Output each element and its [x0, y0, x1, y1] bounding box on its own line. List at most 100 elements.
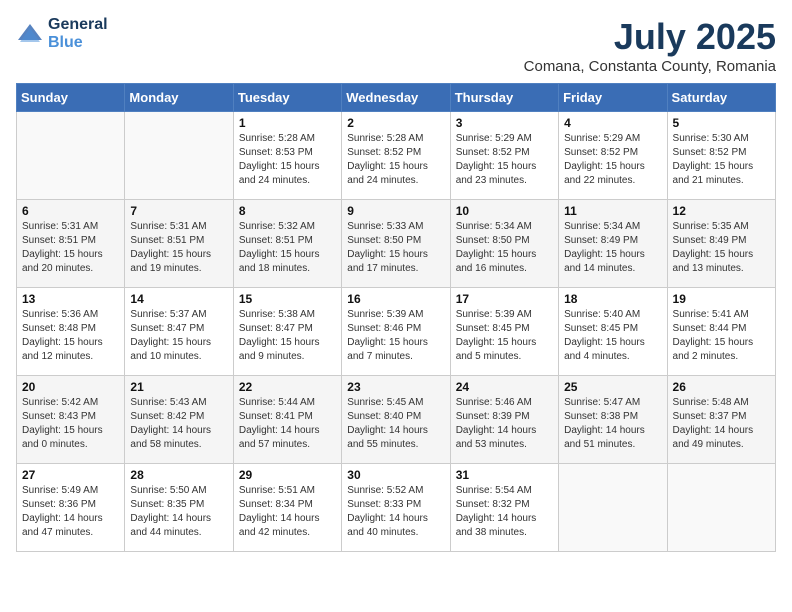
logo-icon	[16, 20, 44, 48]
cell-info: Sunrise: 5:34 AM Sunset: 8:49 PM Dayligh…	[564, 220, 661, 276]
day-number: 4	[564, 116, 661, 130]
cell-info: Sunrise: 5:31 AM Sunset: 8:51 PM Dayligh…	[22, 220, 119, 276]
calendar-cell: 16 Sunrise: 5:39 AM Sunset: 8:46 PM Dayli…	[342, 288, 450, 376]
day-number: 20	[22, 380, 119, 394]
calendar-cell: 9Sunrise: 5:33 AM Sunset: 8:50 PM Daylig…	[342, 200, 450, 288]
calendar-cell: 14 Sunrise: 5:37 AM Sunset: 8:47 PM Dayli…	[125, 288, 233, 376]
calendar-cell: 26 Sunrise: 5:48 AM Sunset: 8:37 PM Dayli…	[667, 376, 775, 464]
day-number: 12	[673, 204, 770, 218]
day-number: 16	[347, 292, 444, 306]
cell-info: Sunrise: 5:46 AM Sunset: 8:39 PM Dayligh…	[456, 396, 553, 452]
col-header-monday: Monday	[125, 84, 233, 112]
week-row-3: 13 Sunrise: 5:36 AM Sunset: 8:48 PM Dayli…	[17, 288, 776, 376]
day-number: 7	[130, 204, 227, 218]
calendar-cell: 23 Sunrise: 5:45 AM Sunset: 8:40 PM Dayli…	[342, 376, 450, 464]
calendar-cell	[17, 112, 125, 200]
day-number: 13	[22, 292, 119, 306]
week-row-5: 27 Sunrise: 5:49 AM Sunset: 8:36 PM Dayli…	[17, 464, 776, 552]
day-number: 28	[130, 468, 227, 482]
cell-info: Sunrise: 5:49 AM Sunset: 8:36 PM Dayligh…	[22, 484, 119, 540]
cell-info: Sunrise: 5:52 AM Sunset: 8:33 PM Dayligh…	[347, 484, 444, 540]
day-number: 29	[239, 468, 336, 482]
cell-info: Sunrise: 5:28 AM Sunset: 8:52 PM Dayligh…	[347, 132, 444, 188]
calendar-cell	[559, 464, 667, 552]
day-number: 14	[130, 292, 227, 306]
day-number: 27	[22, 468, 119, 482]
logo: General Blue	[16, 16, 108, 52]
calendar-cell	[125, 112, 233, 200]
calendar-cell: 2 Sunrise: 5:28 AM Sunset: 8:52 PM Daylig…	[342, 112, 450, 200]
calendar-cell: 21 Sunrise: 5:43 AM Sunset: 8:42 PM Dayli…	[125, 376, 233, 464]
calendar-cell: 27 Sunrise: 5:49 AM Sunset: 8:36 PM Dayli…	[17, 464, 125, 552]
day-number: 3	[456, 116, 553, 130]
month-title: July 2025	[524, 16, 776, 58]
cell-info: Sunrise: 5:45 AM Sunset: 8:40 PM Dayligh…	[347, 396, 444, 452]
cell-info: Sunrise: 5:35 AM Sunset: 8:49 PM Dayligh…	[673, 220, 770, 276]
cell-info: Sunrise: 5:37 AM Sunset: 8:47 PM Dayligh…	[130, 308, 227, 364]
cell-info: Sunrise: 5:48 AM Sunset: 8:37 PM Dayligh…	[673, 396, 770, 452]
cell-info: Sunrise: 5:47 AM Sunset: 8:38 PM Dayligh…	[564, 396, 661, 452]
calendar-cell: 19Sunrise: 5:41 AM Sunset: 8:44 PM Dayli…	[667, 288, 775, 376]
day-number: 17	[456, 292, 553, 306]
cell-info: Sunrise: 5:42 AM Sunset: 8:43 PM Dayligh…	[22, 396, 119, 452]
day-number: 2	[347, 116, 444, 130]
day-number: 25	[564, 380, 661, 394]
week-row-4: 20 Sunrise: 5:42 AM Sunset: 8:43 PM Dayli…	[17, 376, 776, 464]
day-number: 10	[456, 204, 553, 218]
calendar-table: SundayMondayTuesdayWednesdayThursdayFrid…	[16, 83, 776, 552]
day-number: 1	[239, 116, 336, 130]
cell-info: Sunrise: 5:30 AM Sunset: 8:52 PM Dayligh…	[673, 132, 770, 188]
col-header-thursday: Thursday	[450, 84, 558, 112]
cell-info: Sunrise: 5:31 AM Sunset: 8:51 PM Dayligh…	[130, 220, 227, 276]
cell-info: Sunrise: 5:33 AM Sunset: 8:50 PM Dayligh…	[347, 220, 444, 276]
calendar-cell: 31Sunrise: 5:54 AM Sunset: 8:32 PM Dayli…	[450, 464, 558, 552]
calendar-cell	[667, 464, 775, 552]
calendar-cell: 30Sunrise: 5:52 AM Sunset: 8:33 PM Dayli…	[342, 464, 450, 552]
calendar-cell: 20 Sunrise: 5:42 AM Sunset: 8:43 PM Dayli…	[17, 376, 125, 464]
cell-info: Sunrise: 5:28 AM Sunset: 8:53 PM Dayligh…	[239, 132, 336, 188]
cell-info: Sunrise: 5:50 AM Sunset: 8:35 PM Dayligh…	[130, 484, 227, 540]
cell-info: Sunrise: 5:36 AM Sunset: 8:48 PM Dayligh…	[22, 308, 119, 364]
day-number: 24	[456, 380, 553, 394]
calendar-cell: 24 Sunrise: 5:46 AM Sunset: 8:39 PM Dayli…	[450, 376, 558, 464]
calendar-cell: 12 Sunrise: 5:35 AM Sunset: 8:49 PM Dayli…	[667, 200, 775, 288]
cell-info: Sunrise: 5:39 AM Sunset: 8:46 PM Dayligh…	[347, 308, 444, 364]
calendar-cell: 15 Sunrise: 5:38 AM Sunset: 8:47 PM Dayli…	[233, 288, 341, 376]
cell-info: Sunrise: 5:41 AM Sunset: 8:44 PM Dayligh…	[673, 308, 770, 364]
cell-info: Sunrise: 5:43 AM Sunset: 8:42 PM Dayligh…	[130, 396, 227, 452]
week-row-1: 1 Sunrise: 5:28 AM Sunset: 8:53 PM Daylig…	[17, 112, 776, 200]
calendar-cell: 5 Sunrise: 5:30 AM Sunset: 8:52 PM Daylig…	[667, 112, 775, 200]
cell-info: Sunrise: 5:29 AM Sunset: 8:52 PM Dayligh…	[456, 132, 553, 188]
cell-info: Sunrise: 5:44 AM Sunset: 8:41 PM Dayligh…	[239, 396, 336, 452]
calendar-cell: 25 Sunrise: 5:47 AM Sunset: 8:38 PM Dayli…	[559, 376, 667, 464]
cell-info: Sunrise: 5:34 AM Sunset: 8:50 PM Dayligh…	[456, 220, 553, 276]
cell-info: Sunrise: 5:40 AM Sunset: 8:45 PM Dayligh…	[564, 308, 661, 364]
calendar-cell: 3 Sunrise: 5:29 AM Sunset: 8:52 PM Daylig…	[450, 112, 558, 200]
day-number: 21	[130, 380, 227, 394]
calendar-cell: 22Sunrise: 5:44 AM Sunset: 8:41 PM Dayli…	[233, 376, 341, 464]
day-number: 23	[347, 380, 444, 394]
cell-info: Sunrise: 5:38 AM Sunset: 8:47 PM Dayligh…	[239, 308, 336, 364]
col-header-wednesday: Wednesday	[342, 84, 450, 112]
calendar-cell: 29Sunrise: 5:51 AM Sunset: 8:34 PM Dayli…	[233, 464, 341, 552]
col-header-sunday: Sunday	[17, 84, 125, 112]
day-number: 18	[564, 292, 661, 306]
day-number: 6	[22, 204, 119, 218]
calendar-cell: 6 Sunrise: 5:31 AM Sunset: 8:51 PM Daylig…	[17, 200, 125, 288]
day-number: 5	[673, 116, 770, 130]
calendar-body: 1 Sunrise: 5:28 AM Sunset: 8:53 PM Daylig…	[17, 112, 776, 552]
col-header-tuesday: Tuesday	[233, 84, 341, 112]
cell-info: Sunrise: 5:39 AM Sunset: 8:45 PM Dayligh…	[456, 308, 553, 364]
day-number: 15	[239, 292, 336, 306]
calendar-cell: 17 Sunrise: 5:39 AM Sunset: 8:45 PM Dayli…	[450, 288, 558, 376]
calendar-cell: 11Sunrise: 5:34 AM Sunset: 8:49 PM Dayli…	[559, 200, 667, 288]
cell-info: Sunrise: 5:32 AM Sunset: 8:51 PM Dayligh…	[239, 220, 336, 276]
day-number: 8	[239, 204, 336, 218]
calendar-cell: 1 Sunrise: 5:28 AM Sunset: 8:53 PM Daylig…	[233, 112, 341, 200]
calendar-cell: 18 Sunrise: 5:40 AM Sunset: 8:45 PM Dayli…	[559, 288, 667, 376]
col-header-friday: Friday	[559, 84, 667, 112]
calendar-cell: 10 Sunrise: 5:34 AM Sunset: 8:50 PM Dayli…	[450, 200, 558, 288]
calendar-cell: 13 Sunrise: 5:36 AM Sunset: 8:48 PM Dayli…	[17, 288, 125, 376]
day-number: 26	[673, 380, 770, 394]
col-header-saturday: Saturday	[667, 84, 775, 112]
